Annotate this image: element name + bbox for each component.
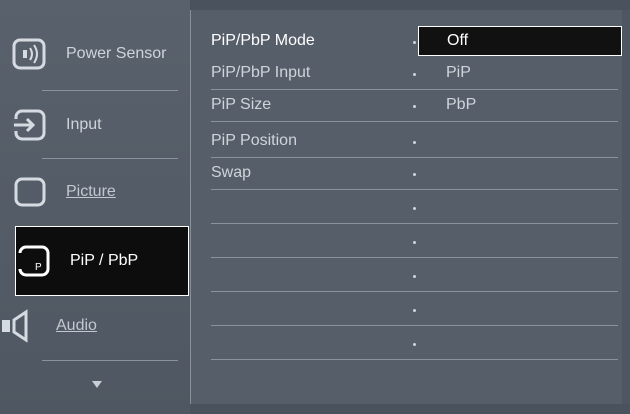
option-label: Swap bbox=[211, 164, 252, 181]
option-value-selected[interactable]: Off bbox=[418, 26, 622, 56]
option-label: PiP Position bbox=[211, 132, 297, 149]
option-row-pip-pbp-input[interactable]: PiP/PbP Input bbox=[211, 58, 618, 90]
option-dot bbox=[413, 141, 416, 144]
option-row-empty bbox=[211, 294, 618, 326]
option-dot bbox=[413, 41, 416, 44]
option-separator bbox=[211, 257, 618, 258]
sidebar-item-label: Audio bbox=[56, 317, 97, 334]
option-dot bbox=[413, 309, 416, 312]
option-row-pip-position[interactable]: PiP Position bbox=[211, 126, 618, 158]
osd-menu: Power Sensor Input Picture P PiP / PbP A… bbox=[0, 0, 630, 414]
sidebar-item-picture[interactable]: Picture bbox=[0, 164, 180, 220]
option-row-empty bbox=[211, 192, 618, 224]
option-separator bbox=[211, 359, 618, 360]
option-value-label: Off bbox=[447, 32, 469, 49]
sidebar-separator bbox=[42, 158, 178, 159]
option-dot bbox=[413, 173, 416, 176]
sidebar-item-power-sensor[interactable]: Power Sensor bbox=[0, 26, 180, 82]
option-label: PiP/PbP Input bbox=[211, 64, 311, 81]
option-row-empty bbox=[211, 328, 618, 360]
sidebar-item-audio[interactable]: Audio bbox=[0, 298, 180, 354]
sidebar-item-label: Power Sensor bbox=[66, 45, 167, 62]
option-label: PiP/PbP Mode bbox=[211, 32, 315, 49]
sidebar-item-input[interactable]: Input bbox=[0, 97, 180, 153]
power-sensor-icon bbox=[10, 34, 50, 74]
sidebar-item-pip-pbp[interactable]: P PiP / PbP bbox=[15, 226, 189, 296]
pip-icon: P bbox=[16, 241, 56, 281]
option-value-pbp[interactable]: PbP bbox=[446, 96, 476, 114]
input-icon bbox=[10, 105, 50, 145]
option-dot bbox=[413, 343, 416, 346]
option-dot bbox=[413, 241, 416, 244]
option-dot bbox=[413, 73, 416, 76]
chevron-down-icon[interactable] bbox=[92, 381, 102, 388]
option-value-pip[interactable]: PiP bbox=[446, 64, 471, 82]
sidebar-item-label: Input bbox=[66, 116, 102, 133]
option-separator bbox=[211, 223, 618, 224]
picture-icon bbox=[10, 172, 50, 212]
option-dot bbox=[413, 207, 416, 210]
sidebar-item-label: PiP / PbP bbox=[70, 252, 139, 269]
speaker-icon bbox=[0, 306, 40, 346]
sidebar-item-label: Picture bbox=[66, 183, 116, 200]
option-row-empty bbox=[211, 226, 618, 258]
option-label: PiP Size bbox=[211, 96, 272, 113]
option-row-empty bbox=[211, 260, 618, 292]
option-separator bbox=[211, 121, 618, 122]
sidebar-separator bbox=[42, 360, 178, 361]
sidebar-divider bbox=[190, 10, 191, 404]
pip-icon-text: P bbox=[35, 262, 42, 273]
option-separator bbox=[211, 291, 618, 292]
sidebar-separator bbox=[42, 90, 178, 91]
option-separator bbox=[211, 189, 618, 190]
option-row-pip-size[interactable]: PiP Size bbox=[211, 90, 618, 122]
option-dot bbox=[413, 105, 416, 108]
option-dot bbox=[413, 275, 416, 278]
option-separator bbox=[211, 325, 618, 326]
option-row-swap[interactable]: Swap bbox=[211, 158, 618, 190]
